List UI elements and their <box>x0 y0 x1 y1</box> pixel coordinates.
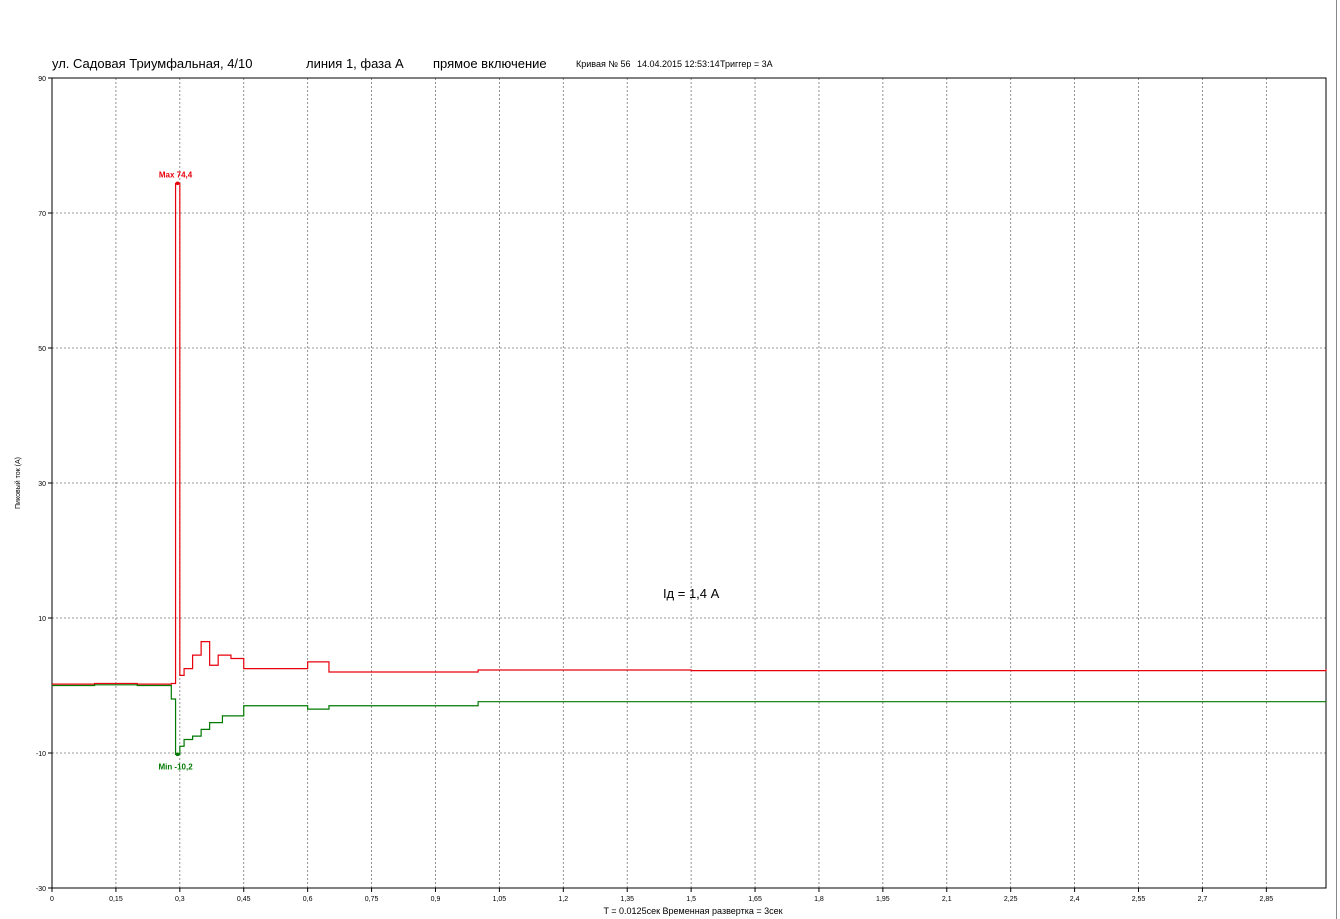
x-axis-ticks: 0 0,15 0,3 0,45 0,6 0,75 0,9 1,05 1,2 1,35 1,5 1,65… <box>50 888 1273 903</box>
x-tick-label: 2,55 <box>1132 896 1146 903</box>
min-label: Min -10,2 <box>158 762 193 771</box>
x-tick-label: 2,4 <box>1070 896 1080 903</box>
x-tick-label: 2,1 <box>942 896 952 903</box>
y-tick-label: 70 <box>38 211 46 218</box>
y-tick-label: 30 <box>38 481 46 488</box>
y-axis-ticks: -30 -10 10 30 50 70 90 <box>36 76 52 893</box>
y-tick-label: 50 <box>38 346 46 353</box>
x-tick-label: 1,65 <box>748 896 762 903</box>
x-tick-label: 2,7 <box>1198 896 1208 903</box>
x-tick-label: 0 <box>50 896 54 903</box>
y-tick-label: -10 <box>36 751 46 758</box>
y-axis-label: Пиковый ток (А) <box>14 457 22 509</box>
x-tick-label: 1,5 <box>686 896 696 903</box>
x-tick-label: 0,75 <box>365 896 379 903</box>
series-line-1 <box>52 684 1327 755</box>
x-tick-label: 0,9 <box>431 896 441 903</box>
x-tick-label: 1,95 <box>876 896 890 903</box>
grid-lines <box>52 78 1326 888</box>
x-tick-label: 0,6 <box>303 896 313 903</box>
x-tick-label: 1,2 <box>558 896 568 903</box>
max-label: Max 74,4 <box>159 170 193 179</box>
x-tick-label: 1,05 <box>493 896 507 903</box>
x-tick-label: 2,85 <box>1260 896 1274 903</box>
x-axis-label: T = 0.0125сек Временная развертка = 3сек <box>603 906 782 916</box>
x-tick-label: 0,15 <box>109 896 123 903</box>
x-tick-label: 2,25 <box>1004 896 1018 903</box>
window-right-border <box>1336 0 1337 919</box>
series-lines <box>52 182 1327 755</box>
y-tick-label: 90 <box>38 76 46 83</box>
current-chart: -30 -10 10 30 50 70 90 0 0,15 0,3 0,45 0,6 0,75 0,9 1… <box>14 76 1327 916</box>
max-marker <box>175 181 180 186</box>
x-tick-label: 0,45 <box>237 896 251 903</box>
x-tick-label: 1,8 <box>814 896 824 903</box>
y-tick-label: -30 <box>36 886 46 893</box>
leakage-current-label: Iд = 1,4 A <box>663 586 720 601</box>
annotations: Max 74,4 Min -10,2 Iд = 1,4 A <box>158 170 719 771</box>
series-line-0 <box>52 182 1327 685</box>
min-marker <box>175 752 180 757</box>
x-tick-label: 0,3 <box>175 896 185 903</box>
x-tick-label: 1,35 <box>620 896 634 903</box>
y-tick-label: 10 <box>38 616 46 623</box>
